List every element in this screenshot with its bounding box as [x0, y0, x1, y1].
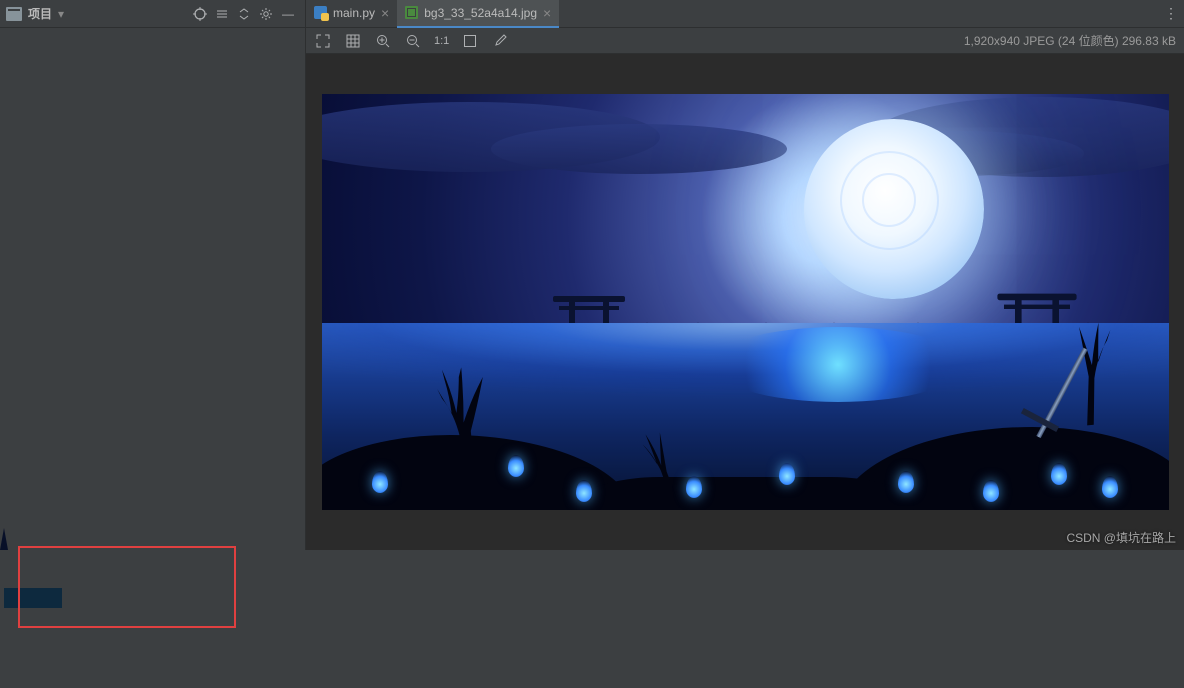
editor-area: main.py × bg3_33_52a4a14.jpg × ⋮ 1:1 1,9… [306, 0, 1184, 550]
tree-folder-main[interactable]: ▾ main [4, 548, 26, 568]
tree-folder-jpg[interactable]: ▾ jpg [4, 568, 42, 588]
tree-file-jpg[interactable]: bg3_33_52a4a14.jpg [4, 588, 62, 608]
image-content [322, 94, 1169, 510]
close-icon[interactable]: × [381, 5, 389, 21]
tree-external-libraries[interactable]: ▸ 外部库 [4, 648, 10, 668]
actual-size-button[interactable]: 1:1 [434, 32, 449, 50]
project-icon [6, 7, 22, 21]
editor-tabs: main.py × bg3_33_52a4a14.jpg × ⋮ [306, 0, 1184, 28]
tab-mainpy[interactable]: main.py × [306, 0, 397, 28]
color-picker-icon[interactable] [491, 32, 509, 50]
python-file-icon [314, 6, 327, 19]
fullscreen-icon[interactable] [314, 32, 332, 50]
hide-icon[interactable]: — [277, 3, 299, 25]
zoom-in-icon[interactable] [374, 32, 392, 50]
tree-file-mainpy[interactable]: main.py [4, 628, 26, 648]
tab-image[interactable]: bg3_33_52a4a14.jpg × [397, 0, 559, 28]
project-tree: ▾ pythonProject1 E:\PycharmProjects\pyth… [0, 526, 8, 550]
close-icon[interactable]: × [543, 5, 551, 21]
image-viewer-toolbar: 1:1 1,920x940 JPEG (24 位颜色) 296.83 kB [306, 28, 1184, 54]
annotation-box [18, 546, 236, 628]
project-title[interactable]: 项目 [28, 5, 52, 22]
locate-icon[interactable] [189, 3, 211, 25]
fit-icon[interactable] [461, 32, 479, 50]
gear-icon[interactable] [255, 3, 277, 25]
grid-icon[interactable] [344, 32, 362, 50]
collapse-all-icon[interactable] [233, 3, 255, 25]
tree-project-root[interactable]: ▾ pythonProject1 E:\PycharmProjects\pyth… [4, 528, 10, 548]
image-file-icon [405, 6, 418, 19]
image-canvas[interactable] [306, 54, 1184, 550]
expand-all-icon[interactable] [211, 3, 233, 25]
tree-scratches[interactable]: 临时文件和控制台 [4, 668, 10, 688]
project-tool-window: 项目 ▾ — ▾ pythonProject1 E:\PycharmProjec… [0, 0, 306, 550]
tree-folder-venv[interactable]: ▸ venv library 根 [4, 608, 26, 628]
image-info-text: 1,920x940 JPEG (24 位颜色) 296.83 kB [964, 32, 1176, 49]
more-tabs-icon[interactable]: ⋮ [1158, 5, 1184, 22]
project-header: 项目 ▾ — [0, 0, 305, 28]
dropdown-icon[interactable]: ▾ [58, 7, 64, 21]
zoom-out-icon[interactable] [404, 32, 422, 50]
